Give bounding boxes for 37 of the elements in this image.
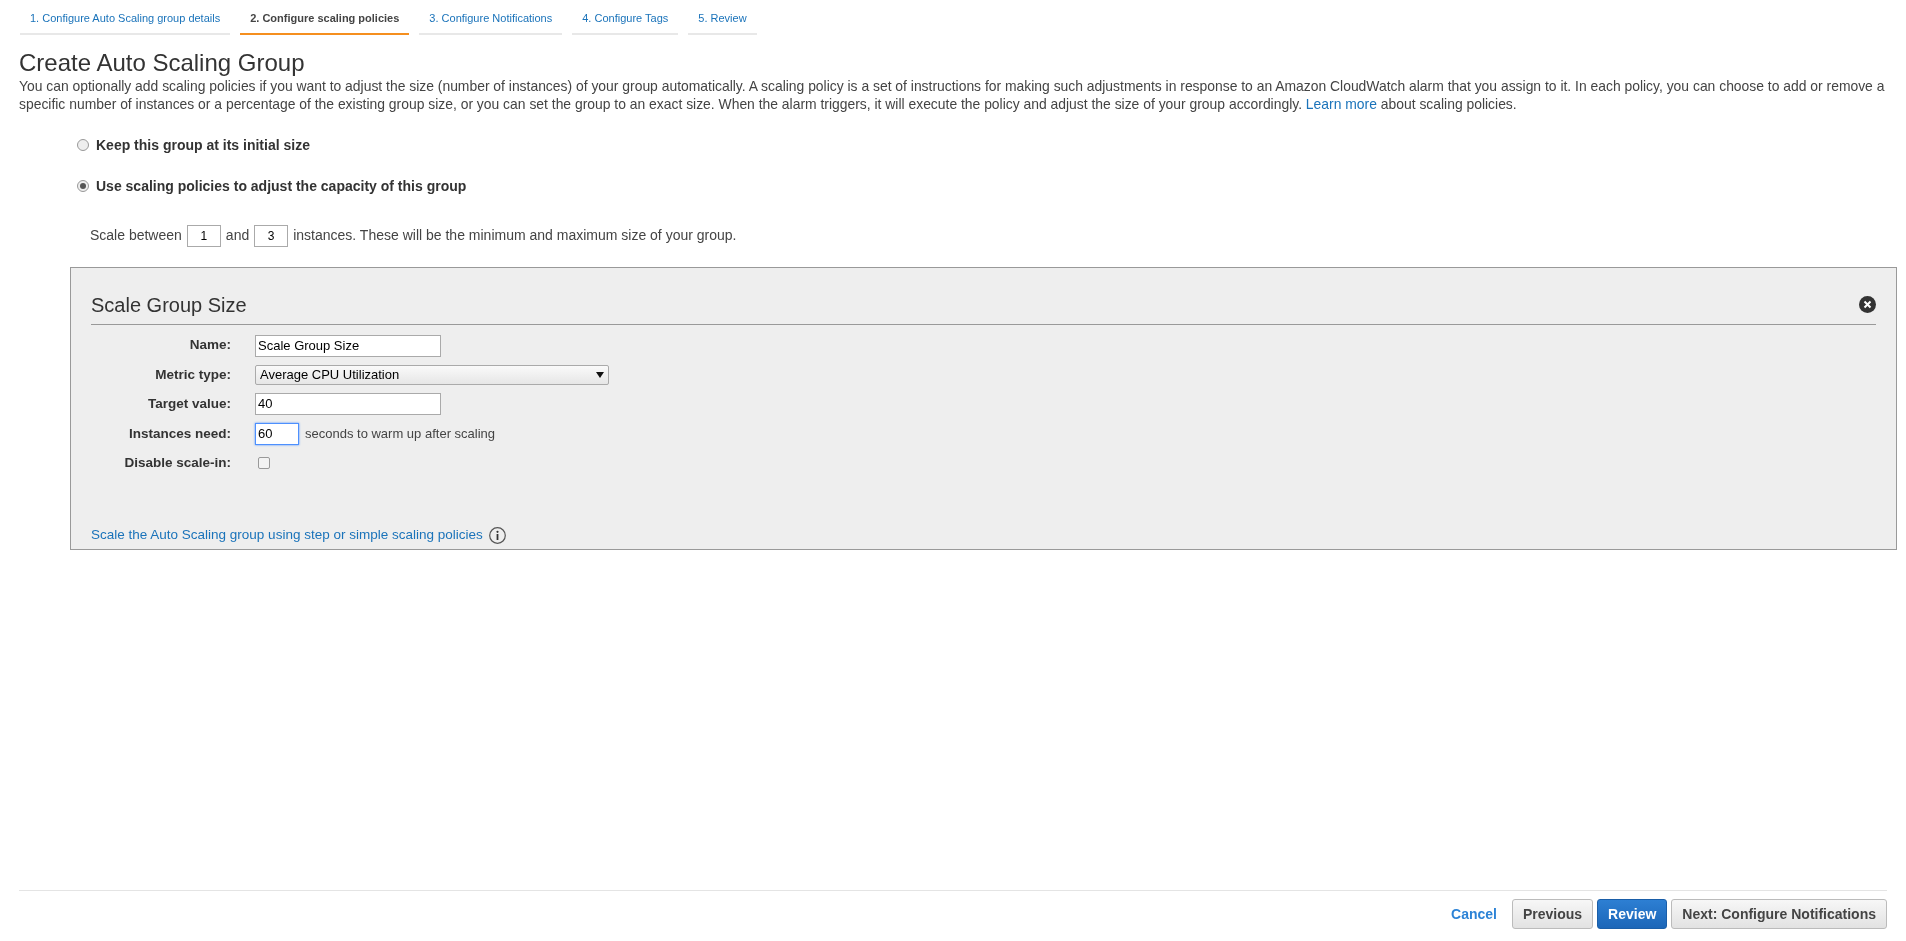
scale-middle: and [225, 226, 250, 245]
description-text: You can optionally add scaling policies if you want to adjust the size (number of instances) of your group automatically. A scaling policy is a set of instructions for making such adjustments in response to an Amazon CloudWatch alarm that you assign to it. In each policy, you can choose to add or remove a specific number of instances or a percentage of the existing group size, or you can set the group to an exact size. When the alarm triggers, it will execute the policy and adjust the size of your group accordingly. Learn more about scaling policies. [19, 76, 1886, 113]
page-title: Create Auto Scaling Group [19, 48, 306, 77]
radio-label: Keep this group at its initial size [96, 135, 310, 155]
step-scaling-link[interactable]: Scale the Auto Scaling group using step or simple scaling policies [91, 525, 483, 546]
min-field[interactable]: 1 [186, 224, 221, 247]
radio-label: Use scaling policies to adjust the capacity of this group [96, 176, 467, 196]
cancel-link[interactable]: Cancel [1440, 899, 1508, 929]
field-label: Metric type: [154, 365, 231, 384]
warmup-suffix: seconds to warm up after scaling [305, 425, 496, 443]
field-label: Disable scale-in: [123, 453, 231, 472]
footer-button[interactable]: Next: Configure Notifications [1671, 899, 1887, 929]
caret-icon [596, 371, 604, 378]
close-icon[interactable] [1859, 296, 1876, 313]
step-tab[interactable]: 2. Configure scaling policies [240, 10, 410, 35]
panel-title: Scale Group Size [91, 292, 247, 318]
step-tab[interactable]: 5. Review [688, 10, 757, 35]
step-tab[interactable]: 4. Configure Tags [572, 10, 679, 35]
field-label: Target value: [146, 394, 231, 413]
radio-button[interactable] [77, 180, 89, 192]
scale-suffix: instances. These will be the minimum and maximum size of your group. [293, 226, 737, 245]
checkbox[interactable] [258, 456, 270, 469]
step-tab[interactable]: 1. Configure Auto Scaling group details [20, 10, 231, 35]
learn-more-link[interactable]: Learn more [1305, 95, 1377, 112]
scale-prefix: Scale between [90, 226, 182, 245]
metric-dropdown[interactable]: Average CPU Utilization [255, 364, 609, 385]
step-tab[interactable]: 3. Configure Notifications [419, 10, 563, 35]
text-field[interactable]: Scale Group Size [255, 334, 441, 357]
field-label: Name: [188, 336, 231, 355]
text-field[interactable]: 40 [255, 392, 441, 415]
radio-button[interactable] [77, 139, 89, 151]
info-icon[interactable] [488, 526, 506, 544]
warmup-field[interactable]: 60 [255, 422, 299, 445]
field-label: Instances need: [127, 424, 231, 443]
max-field[interactable]: 3 [254, 224, 289, 247]
footer-button[interactable]: Review [1597, 899, 1668, 929]
footer-button[interactable]: Previous [1511, 899, 1594, 929]
